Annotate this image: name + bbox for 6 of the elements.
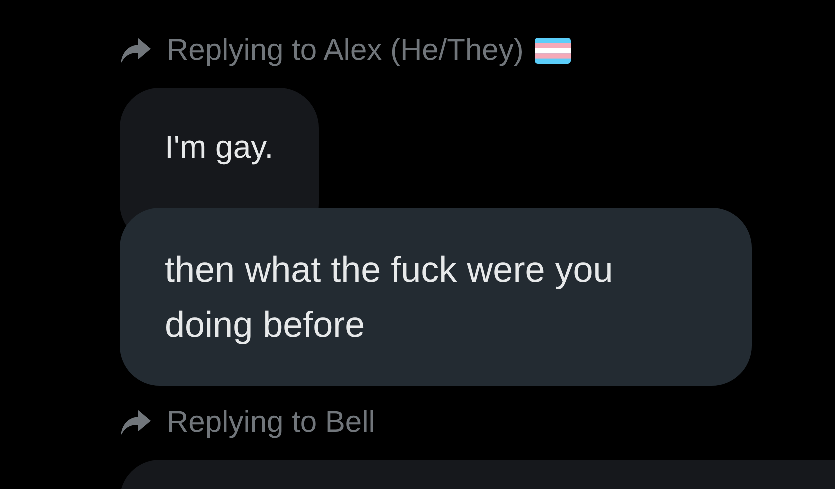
message-text: then what the fuck were you doing before (165, 249, 614, 345)
reply-label: Replying to Alex (He/They) (167, 34, 524, 68)
reply-arrow-icon (120, 36, 152, 66)
message-text: I'm gay. (165, 129, 274, 165)
reply-label: Replying to Bell (167, 406, 376, 440)
reply-arrow-icon (120, 408, 152, 438)
